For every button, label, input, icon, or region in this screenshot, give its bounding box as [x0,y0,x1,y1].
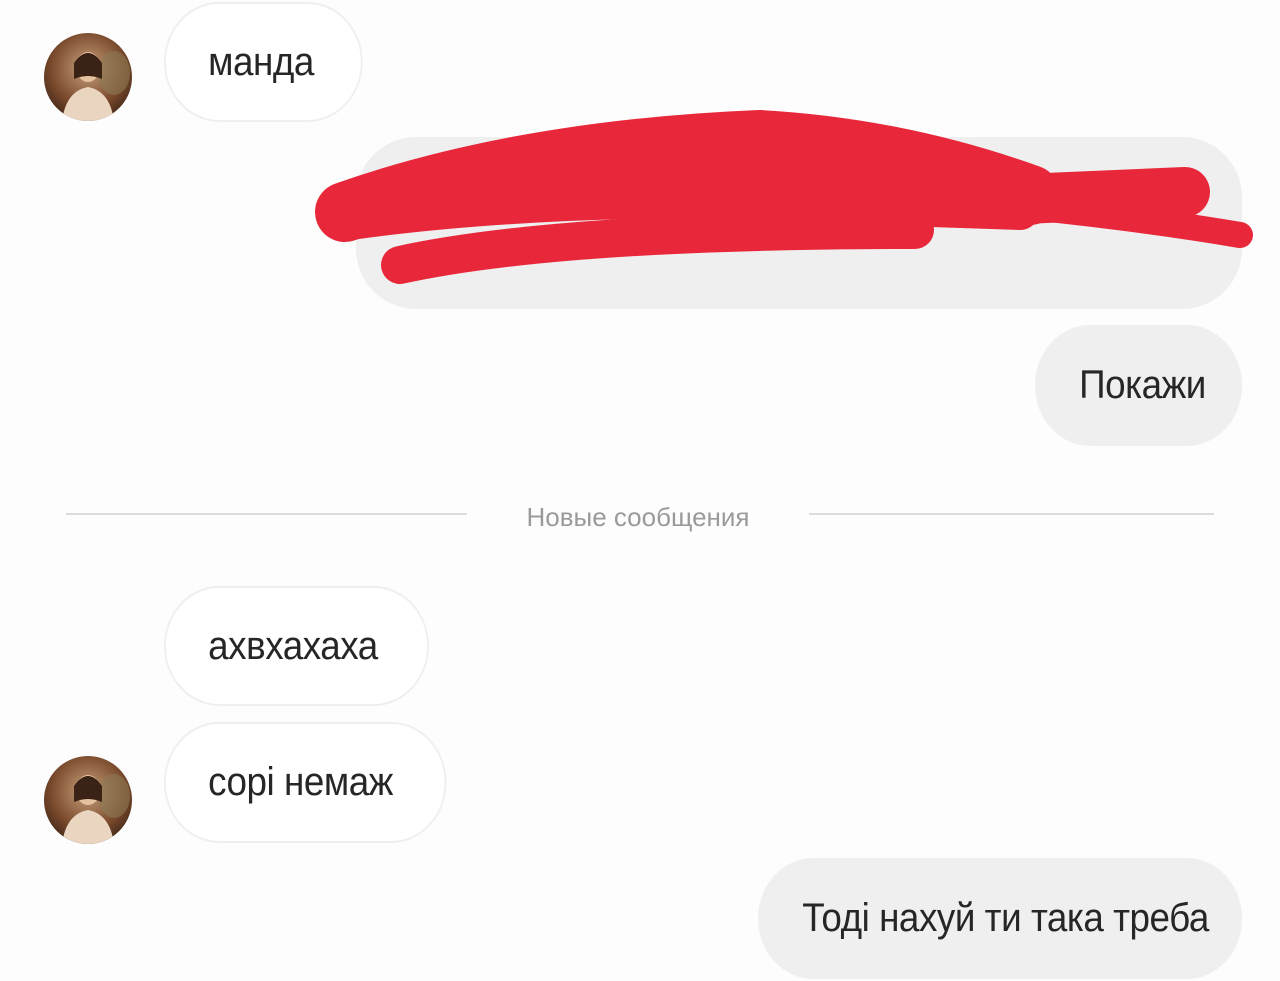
message-bubble-incoming[interactable]: ахвхахаха [164,586,429,706]
message-text: сорі немаж [208,760,393,804]
avatar-photo-icon [44,756,132,844]
divider-line-left [66,513,467,515]
message-bubble-outgoing[interactable]: Покажи [1035,325,1242,446]
contact-avatar[interactable] [44,756,132,844]
message-bubble-outgoing[interactable]: Тоді нахуй ти така треба [758,858,1242,979]
chat-thread: манда Покажи Новые сообщения ахвхахаха с… [0,0,1280,981]
message-text: Покажи [1079,363,1206,407]
message-bubble-incoming[interactable]: сорі немаж [164,722,447,843]
redaction-scribble [315,110,1253,284]
new-messages-divider-label: Новые сообщения [526,502,750,532]
divider-line-right [809,513,1214,515]
message-text: ахвхахаха [208,623,378,668]
message-text: Тоді нахуй ти така треба [802,896,1209,940]
